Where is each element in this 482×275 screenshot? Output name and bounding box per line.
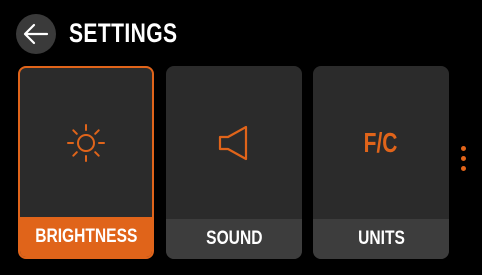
tile-label-text: UNITS [357, 228, 405, 249]
tile-brightness[interactable]: BRIGHTNESS [18, 66, 154, 259]
tile-label: UNITS [313, 219, 449, 259]
tile-label: SOUND [166, 219, 302, 259]
back-button[interactable] [16, 14, 56, 54]
arrow-left-icon [23, 23, 49, 45]
tile-label: BRIGHTNESS [20, 217, 152, 257]
tile-sound[interactable]: SOUND [166, 66, 302, 259]
sun-icon [67, 123, 105, 162]
tile-label-text: BRIGHTNESS [34, 226, 138, 247]
units-icon: F/C [364, 126, 398, 158]
dot [461, 156, 466, 161]
tile-label-text: SOUND [205, 228, 263, 249]
vertical-dots-icon[interactable] [461, 146, 466, 171]
tile-units[interactable]: F/C UNITS [313, 66, 449, 259]
dot [461, 146, 466, 151]
speaker-icon [218, 125, 248, 160]
page-title: SETTINGS [69, 18, 178, 48]
dot [461, 166, 466, 171]
